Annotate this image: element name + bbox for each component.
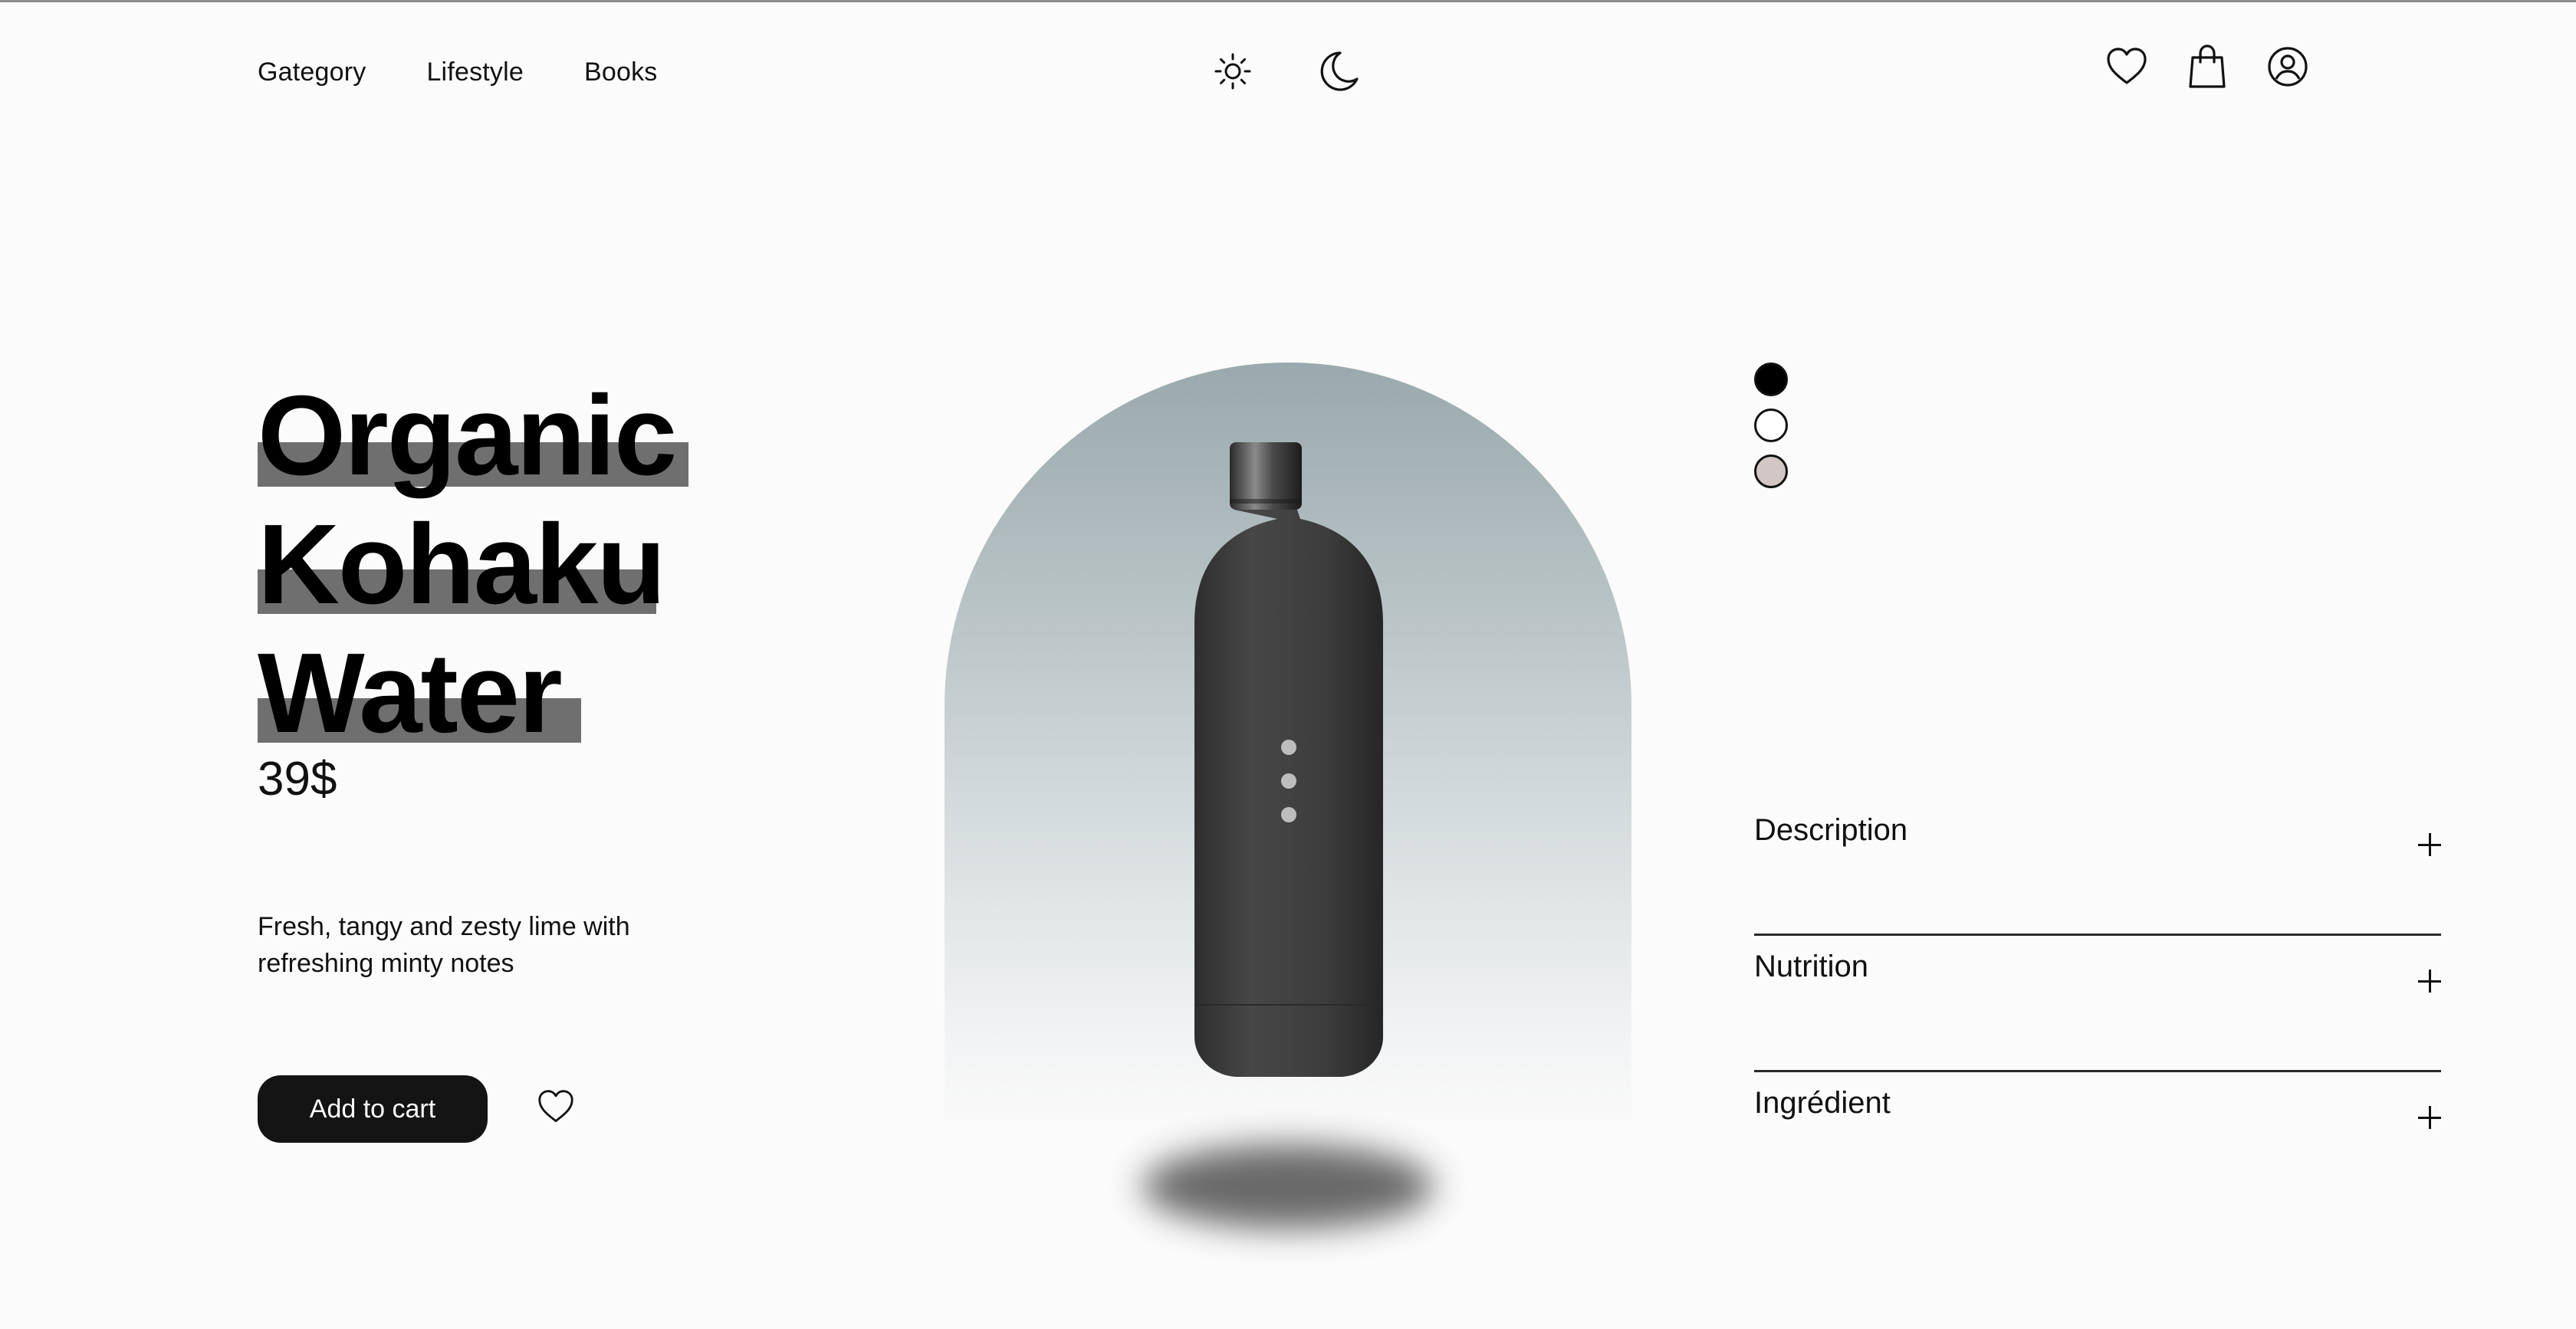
water-bottle-image [1194, 442, 1383, 1077]
plus-icon[interactable] [2418, 1106, 2441, 1129]
main-nav: Gategory Lifestyle Books [258, 57, 657, 87]
sun-icon[interactable] [1211, 50, 1254, 93]
title-line-3: Water [258, 629, 675, 758]
heart-icon[interactable] [2105, 47, 2148, 87]
accordion-label: Ingrédient [1754, 1086, 1891, 1120]
accordion-label: Nutrition [1754, 950, 1868, 983]
color-swatch-beige[interactable] [1754, 454, 1788, 488]
product-page: Gategory Lifestyle Books Organic Kohaku … [0, 0, 2576, 1329]
user-circle-icon[interactable] [2266, 45, 2309, 88]
bottle-shadow [1142, 1144, 1434, 1229]
nav-link-lifestyle[interactable]: Lifestyle [426, 57, 524, 87]
accordion-label: Description [1754, 813, 1908, 847]
add-to-cart-button[interactable]: Add to cart [258, 1075, 488, 1143]
color-swatches [1754, 363, 1788, 488]
product-description: Fresh, tangy and zesty lime with refresh… [258, 912, 630, 978]
product-price: 39$ [258, 753, 337, 806]
color-swatch-white[interactable] [1754, 409, 1788, 442]
nav-link-category[interactable]: Gategory [258, 57, 366, 87]
theme-toggle [1211, 48, 1362, 94]
nav-link-books[interactable]: Books [584, 57, 658, 87]
title-line-1: Organic [258, 372, 688, 500]
heart-icon[interactable] [537, 1089, 575, 1124]
plus-icon[interactable] [2418, 833, 2441, 856]
product-details-accordion: Description Nutrition Ingrédient [1754, 799, 2441, 1209]
plus-icon[interactable] [2418, 970, 2441, 993]
accordion-nutrition[interactable]: Nutrition [1754, 936, 2441, 1072]
title-line-2: Kohaku [258, 501, 666, 628]
accordion-description[interactable]: Description [1754, 799, 2441, 936]
moon-icon[interactable] [1316, 48, 1362, 94]
nav-actions [2105, 44, 2309, 90]
product-title: Organic Kohaku Water [258, 372, 688, 758]
shopping-bag-icon[interactable] [2187, 44, 2228, 90]
color-swatch-black[interactable] [1754, 363, 1788, 396]
accordion-ingredient[interactable]: Ingrédient [1754, 1072, 2441, 1209]
